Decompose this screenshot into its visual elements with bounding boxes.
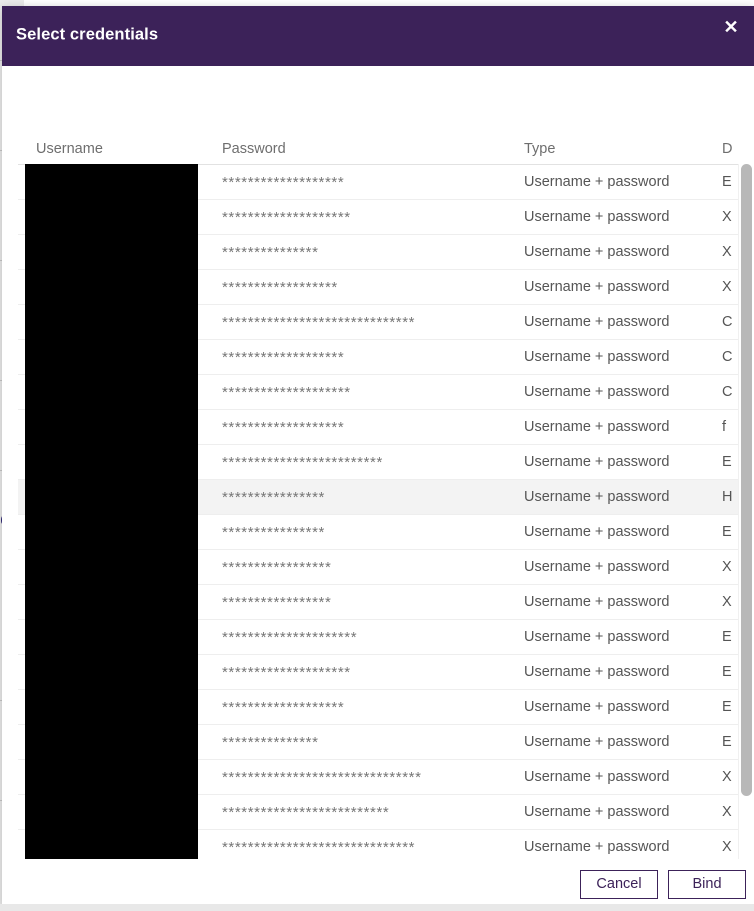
page-bottom-bar (0, 904, 754, 911)
cell-type: Username + password (524, 734, 670, 750)
dialog-header: Select credentials ✕ (2, 6, 754, 66)
select-credentials-dialog: Select credentials ✕ Show password Show … (2, 6, 754, 906)
cell-password: **************** (222, 489, 325, 506)
column-header-password[interactable]: Password (222, 141, 286, 157)
cell-type: Username + password (524, 629, 670, 645)
cell-password: *************** (222, 244, 319, 261)
table-header-row: Username Password Type D (18, 134, 754, 165)
cell-type: Username + password (524, 349, 670, 365)
cell-password: ****************************** (222, 314, 416, 331)
cell-type: Username + password (524, 384, 670, 400)
table-vertical-scrollbar[interactable] (738, 164, 754, 859)
dialog-toolbar: Show password Show all passwords Comment (2, 66, 754, 180)
cell-password: ******************************* (222, 769, 422, 786)
cell-type: Username + password (524, 244, 670, 260)
cell-password: ******************* (222, 174, 345, 191)
cell-password: **************** (222, 524, 325, 541)
column-header-type[interactable]: Type (524, 141, 555, 157)
dialog-title: Select credentials (16, 25, 159, 44)
cell-password: *************** (222, 734, 319, 751)
page-root: Select credentials ✕ Show password Show … (0, 0, 754, 911)
cell-password: ****************** (222, 279, 338, 296)
cell-password: ******************* (222, 419, 345, 436)
dialog-footer: Cancel Bind (2, 859, 754, 906)
cell-password: ****************************** (222, 839, 416, 856)
username-redaction-overlay (25, 164, 198, 859)
cell-type: Username + password (524, 209, 670, 225)
column-header-description[interactable]: D (722, 141, 732, 157)
cell-type: Username + password (524, 279, 670, 295)
cell-password: ***************** (222, 559, 332, 576)
cell-password: ******************** (222, 384, 351, 401)
bind-button[interactable]: Bind (668, 870, 746, 899)
cell-type: Username + password (524, 769, 670, 785)
cell-password: ***************** (222, 594, 332, 611)
column-header-username[interactable]: Username (36, 141, 103, 157)
cell-type: Username + password (524, 454, 670, 470)
cell-type: Username + password (524, 174, 670, 190)
cell-password: ******************* (222, 349, 345, 366)
cell-type: Username + password (524, 489, 670, 505)
cell-password: ************************* (222, 454, 383, 471)
cell-type: Username + password (524, 839, 670, 855)
scrollbar-thumb[interactable] (741, 164, 752, 796)
cell-password: ******************** (222, 209, 351, 226)
cell-type: Username + password (524, 664, 670, 680)
cell-password: ******************** (222, 664, 351, 681)
cell-type: Username + password (524, 419, 670, 435)
cell-type: Username + password (524, 804, 670, 820)
cell-type: Username + password (524, 524, 670, 540)
close-icon[interactable]: ✕ (718, 14, 744, 40)
cell-password: ************************** (222, 804, 390, 821)
cell-type: Username + password (524, 594, 670, 610)
cell-type: Username + password (524, 314, 670, 330)
cell-type: Username + password (524, 559, 670, 575)
cancel-button[interactable]: Cancel (580, 870, 658, 899)
cell-password: ********************* (222, 629, 358, 646)
cell-password: ******************* (222, 699, 345, 716)
cell-type: Username + password (524, 699, 670, 715)
